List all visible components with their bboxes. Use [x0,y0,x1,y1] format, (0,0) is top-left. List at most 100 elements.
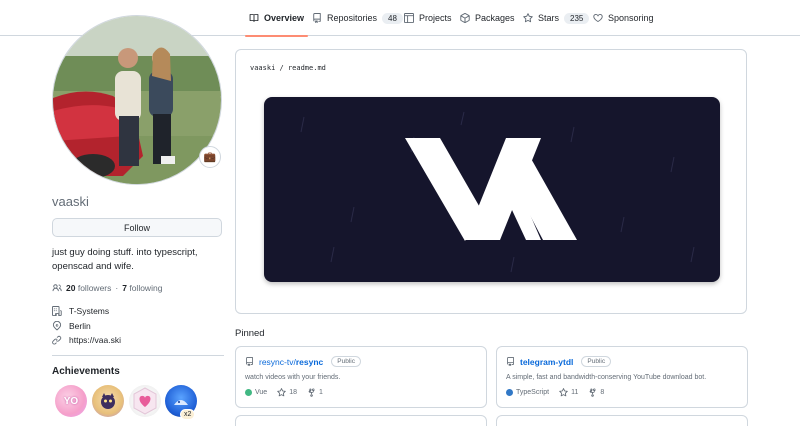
people-icon [52,284,62,292]
achievement-quickdraw-badge[interactable] [92,385,124,417]
tab-packages[interactable]: Packages [460,0,515,36]
following-count: 7 [122,283,127,293]
stars-counter: 235 [564,12,590,24]
pinned-repo-card: telegram-ytdl Public A simple, fast and … [496,346,748,408]
heart-icon [593,13,603,22]
pinned-repo-link[interactable]: resync-tv/resync [259,357,323,367]
tab-projects[interactable]: Projects [404,0,452,36]
va-logo [300,111,695,273]
repositories-counter: 48 [382,12,403,24]
forks-count: 1 [319,389,323,396]
visibility-badge: Public [331,356,361,367]
separator: · [115,283,119,293]
fork-icon [590,388,596,397]
fork-icon [308,388,315,397]
followers-label: followers [77,283,112,293]
star-icon [277,388,286,397]
repo-stats: Vue 18 1 [245,388,323,397]
language-dot [245,389,252,396]
repo-description: A simple, fast and bandwidth-conserving … [506,374,707,381]
repo-icon [246,357,253,366]
repo-name: resync [295,356,324,367]
profile-bio: just guy doing stuff. into typescript, o… [52,247,198,272]
followers-count: 20 [66,283,76,293]
organization-icon [52,306,62,316]
tab-label: Stars [538,13,560,23]
website-row: https://vaa.ski [52,335,121,345]
stars-count: 11 [571,389,579,396]
follow-button[interactable]: Follow [52,218,222,237]
visibility-badge: Public [581,356,612,367]
avatar-photo [53,16,221,184]
repo-forks[interactable]: 1 [307,388,323,397]
book-icon [249,14,259,22]
repo-language: Vue [245,389,267,396]
link-icon [52,335,62,345]
readme-path: vaaski / readme.md [250,64,326,72]
repo-stars[interactable]: 18 [277,388,297,397]
followers-row: 20 followers · 7 following [52,283,162,293]
following-link[interactable]: 7 following [122,283,162,293]
tab-label: Sponsoring [608,13,654,23]
readme-file-name: readme.md [287,64,326,72]
repo-icon [507,357,514,366]
pinned-repo-card-partial [496,415,748,426]
pinned-repo-card-partial [235,415,487,426]
repo-description: watch videos with your friends. [245,374,341,381]
repo-owner: resync-tv/ [259,356,296,367]
achievements-title: Achievements [52,366,120,377]
repo-forks[interactable]: 8 [588,388,604,397]
language-name: TypeScript [516,389,550,396]
readme-banner-image [264,97,720,282]
pinned-repo-card: resync-tv/resync Public watch videos wit… [235,346,487,408]
pinned-repo-header: resync-tv/resync Public [245,356,361,367]
company-row: T-Systems [52,306,109,316]
achievement-multiplier: x2 [180,409,196,420]
star-icon [523,13,533,23]
company-name: T-Systems [69,306,110,316]
forks-count: 8 [600,389,605,396]
briefcase-icon: 💼 [203,151,217,163]
repo-stars[interactable]: 11 [559,388,578,397]
pinned-repo-link[interactable]: telegram-ytdl [520,357,573,367]
followers-link[interactable]: 20 followers [66,283,111,293]
path-separator: / [279,64,284,72]
package-icon [460,13,470,23]
cat-face-icon [101,393,115,409]
achievement-yolo-badge[interactable]: YO [55,385,87,417]
location-text: Berlin [69,321,91,331]
tab-label: Packages [475,13,515,23]
yolo-icon: YO [63,395,79,407]
repo-language: TypeScript [506,389,549,396]
tab-label: Repositories [327,13,378,23]
repo-name: telegram-ytdl [520,356,574,367]
tab-label: Overview [264,13,305,23]
shark-icon [174,400,188,405]
sidebar-divider [52,355,224,356]
status-badge[interactable]: 💼 [199,146,221,168]
location-row: Berlin [52,321,91,331]
star-icon [559,388,568,397]
website-link[interactable]: https://vaa.ski [69,335,121,345]
repo-stats: TypeScript 11 8 [506,388,604,397]
tab-repositories[interactable]: Repositories 48 [312,0,403,36]
pinned-title: Pinned [235,328,265,339]
language-dot [506,389,513,396]
readme-box: vaaski / readme.md [235,49,747,314]
tab-label: Projects [419,13,452,23]
achievement-heart-badge[interactable] [129,385,161,417]
profile-avatar[interactable] [52,15,222,185]
location-icon [52,321,62,331]
pinned-repo-header: telegram-ytdl Public [506,356,612,367]
profile-username: vaaski [52,194,89,209]
repo-icon [313,13,321,23]
following-label: following [129,283,163,293]
tab-stars[interactable]: Stars 235 [523,0,590,36]
language-name: Vue [255,389,268,396]
heart-badge-icon [133,387,157,415]
table-icon [404,13,414,23]
tab-sponsoring[interactable]: Sponsoring [593,0,654,36]
readme-owner-link[interactable]: vaaski [250,64,275,72]
stars-count: 18 [289,389,297,396]
tab-overview[interactable]: Overview [244,0,309,37]
